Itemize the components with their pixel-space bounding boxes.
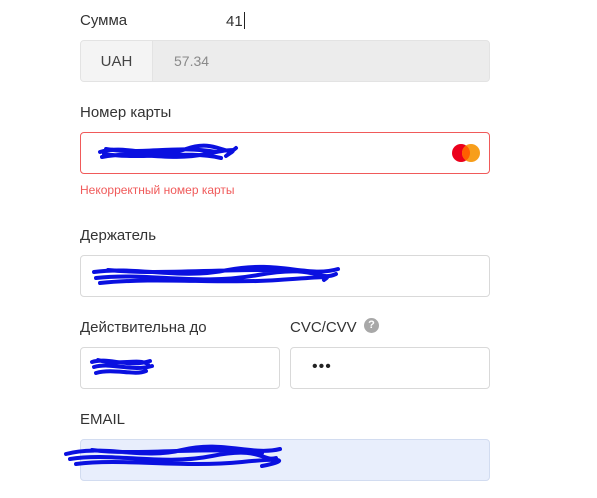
text-caret <box>243 12 245 29</box>
cvc-input[interactable]: ••• <box>290 347 490 389</box>
mastercard-icon <box>452 144 480 162</box>
holder-input[interactable] <box>80 255 490 297</box>
currency-code: UAH <box>81 41 153 81</box>
card-number-error: Некорректный номер карты <box>80 183 235 197</box>
holder-label: Держатель <box>80 227 157 244</box>
email-label: EMAIL <box>80 411 126 428</box>
amount-value: 57.34 <box>174 53 210 69</box>
card-number-tail: 41 <box>226 13 243 30</box>
cvc-label: CVC/CVV <box>290 319 357 336</box>
expiry-label: Действительна до <box>80 319 207 336</box>
card-number-input[interactable] <box>80 132 490 174</box>
expiry-input[interactable] <box>80 347 280 389</box>
payment-form: Сумма UAH 57.34 Номер карты 41 Некоррект… <box>0 0 597 498</box>
card-number-value: 41 <box>101 12 245 31</box>
cvc-masked-value: ••• <box>312 358 332 375</box>
card-number-label: Номер карты <box>80 104 172 121</box>
help-icon[interactable]: ? <box>364 318 379 333</box>
email-input[interactable] <box>80 439 490 481</box>
amount-field: UAH 57.34 <box>80 40 490 82</box>
